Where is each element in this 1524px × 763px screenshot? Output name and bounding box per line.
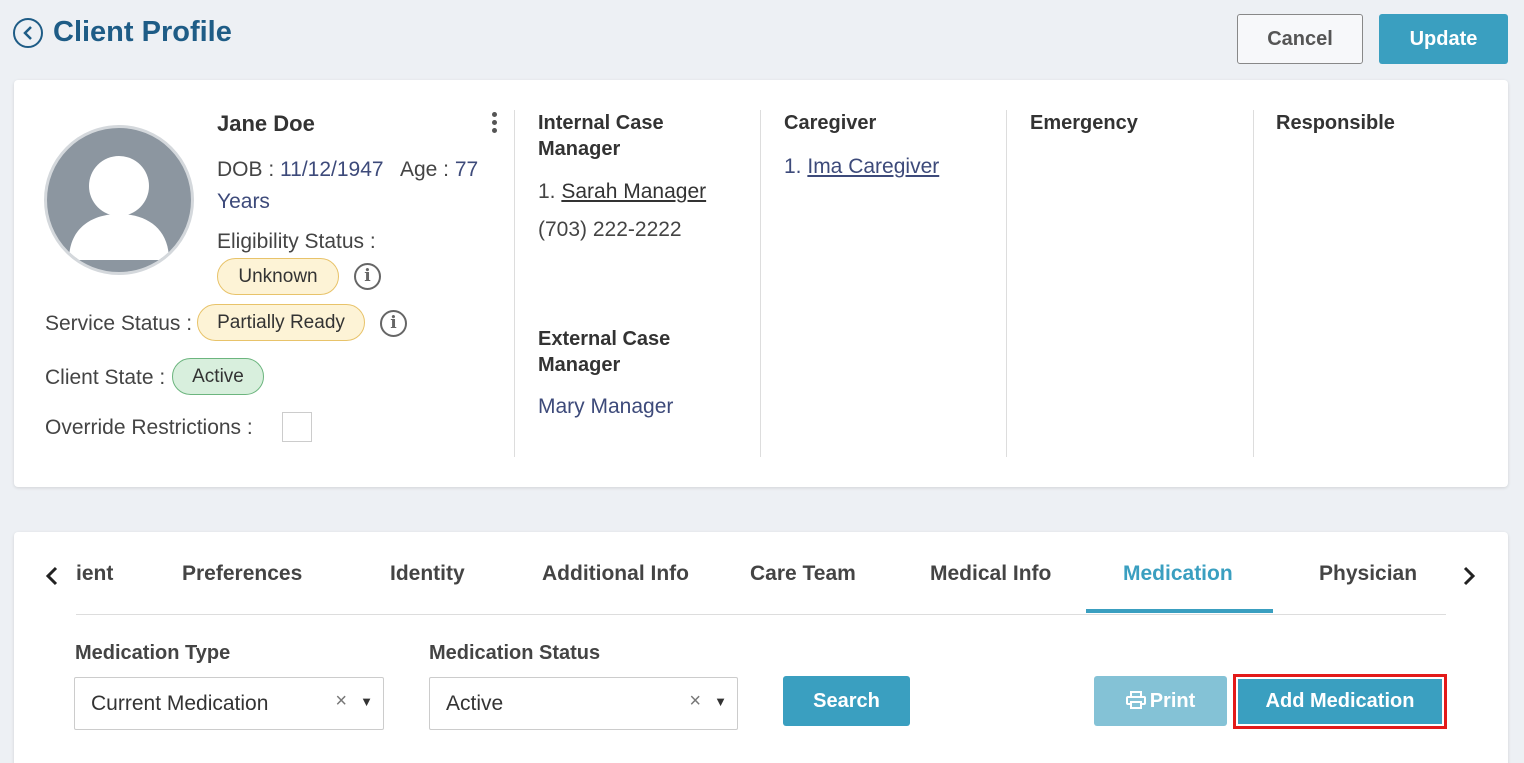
tab-physician[interactable]: Physician [1319, 562, 1417, 586]
printer-icon [1125, 691, 1146, 709]
active-tab-indicator [1086, 609, 1273, 613]
page-header: Client Profile Cancel Update [13, 14, 1508, 66]
client-profile-card: Jane Doe DOB : 11/12/1947 Age : 77 Years… [14, 80, 1508, 487]
override-restrictions-checkbox[interactable] [282, 412, 312, 442]
tab-medical-info[interactable]: Medical Info [930, 562, 1051, 586]
tab-medication[interactable]: Medication [1123, 562, 1233, 586]
external-case-manager-heading: External Case Manager [538, 328, 671, 376]
emergency-heading: Emergency [1030, 112, 1138, 134]
medication-type-select[interactable]: Current Medication × ▼ [74, 677, 384, 730]
age-label: Age : [399, 158, 449, 181]
clear-icon[interactable]: × [689, 690, 701, 713]
service-info-icon[interactable]: i [380, 310, 407, 337]
tab-previous-partial[interactable]: ient [76, 562, 113, 586]
eligibility-status-badge: Unknown [217, 258, 339, 295]
more-options-icon[interactable] [488, 112, 500, 136]
dob-value: 11/12/1947 [280, 158, 384, 181]
avatar [44, 125, 194, 275]
medication-type-label: Medication Type [75, 642, 231, 664]
chevron-right-icon[interactable] [1462, 566, 1482, 590]
client-state-label: Client State : [45, 366, 166, 389]
update-button[interactable]: Update [1379, 14, 1508, 64]
age-value: 77 [454, 158, 479, 181]
internal-case-manager-phone: (703) 222-2222 [538, 218, 682, 241]
add-medication-button[interactable]: Add Medication [1233, 674, 1447, 729]
internal-case-manager-entry: 1. Sarah Manager [538, 180, 707, 203]
tabs-card: ient Preferences Identity Additional Inf… [14, 532, 1508, 763]
internal-case-manager-link[interactable]: Sarah Manager [561, 180, 706, 203]
tab-care-team[interactable]: Care Team [750, 562, 856, 586]
medication-status-select[interactable]: Active × ▼ [429, 677, 738, 730]
age-unit: Years [217, 190, 270, 213]
override-restrictions-label: Override Restrictions : [45, 416, 253, 439]
tab-preferences[interactable]: Preferences [182, 562, 302, 586]
medication-status-value: Active [446, 692, 504, 715]
tab-divider [76, 614, 1446, 615]
caregiver-link[interactable]: Ima Caregiver [807, 155, 939, 178]
clear-icon[interactable]: × [335, 690, 347, 713]
divider [1253, 110, 1254, 457]
caregiver-entry: 1. Ima Caregiver [784, 155, 940, 178]
internal-case-manager-heading: Internal Case Manager [538, 112, 664, 160]
divider [514, 110, 515, 457]
print-label: Print [1149, 690, 1196, 712]
service-status-label: Service Status : [45, 312, 193, 335]
dob-row: DOB : 11/12/1947 Age : 77 [217, 158, 478, 182]
caregiver-heading: Caregiver [784, 112, 877, 134]
cancel-button[interactable]: Cancel [1237, 14, 1363, 64]
divider [760, 110, 761, 457]
client-state-badge: Active [172, 358, 264, 395]
chevron-left-icon[interactable] [45, 566, 65, 590]
search-button[interactable]: Search [783, 676, 910, 726]
medication-type-value: Current Medication [91, 692, 269, 715]
eligibility-label: Eligibility Status : [217, 230, 376, 253]
responsible-heading: Responsible [1276, 112, 1395, 134]
tab-identity[interactable]: Identity [390, 562, 465, 586]
client-name: Jane Doe [217, 111, 315, 136]
tab-additional-info[interactable]: Additional Info [542, 562, 689, 586]
page-title: Client Profile [53, 16, 232, 48]
caret-down-icon[interactable]: ▼ [714, 694, 727, 709]
service-status-badge: Partially Ready [197, 304, 365, 341]
add-medication-label: Add Medication [1238, 679, 1442, 724]
external-case-manager-name: Mary Manager [538, 395, 674, 418]
medication-status-label: Medication Status [429, 642, 601, 664]
print-button[interactable]: Print [1094, 676, 1227, 726]
caret-down-icon[interactable]: ▼ [360, 694, 373, 709]
back-arrow-icon[interactable] [13, 18, 43, 48]
eligibility-info-icon[interactable]: i [354, 263, 381, 290]
divider [1006, 110, 1007, 457]
dob-label: DOB : [217, 158, 275, 181]
